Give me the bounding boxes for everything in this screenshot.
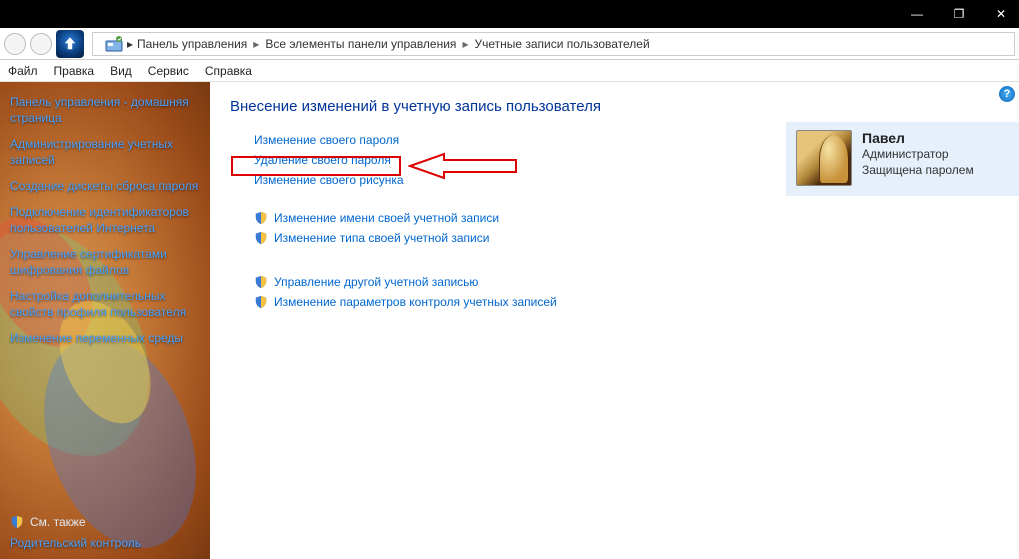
account-name: Павел — [862, 130, 974, 146]
manage-other-account-link[interactable]: Управление другой учетной записью — [254, 275, 999, 289]
page-heading: Внесение изменений в учетную запись поль… — [230, 98, 999, 115]
menu-view[interactable]: Вид — [110, 64, 132, 78]
breadcrumb-item[interactable]: Панель управления — [137, 37, 247, 51]
menu-help[interactable]: Справка — [205, 64, 252, 78]
change-account-name-link[interactable]: Изменение имени своей учетной записи — [254, 211, 999, 225]
task-list-shielded: Изменение имени своей учетной записи Изм… — [254, 211, 999, 245]
sidebar: Панель управления - домашняя страница Ад… — [0, 82, 210, 559]
breadcrumb-item[interactable]: Учетные записи пользователей — [474, 37, 649, 51]
sidebar-reset-disk-link[interactable]: Создание дискеты сброса пароля — [10, 178, 200, 194]
sidebar-certificates-link[interactable]: Управление сертификатами шифрования файл… — [10, 246, 200, 278]
shield-icon — [254, 275, 268, 289]
content: Панель управления - домашняя страница Ад… — [0, 82, 1019, 559]
shield-icon — [10, 515, 24, 529]
menubar: Файл Правка Вид Сервис Справка — [0, 60, 1019, 82]
sidebar-admin-accounts-link[interactable]: Администрирование учетных записей — [10, 136, 200, 168]
titlebar: — ❐ ✕ — [0, 0, 1019, 28]
up-button[interactable] — [56, 30, 84, 58]
breadcrumb-item[interactable]: Все элементы панели управления — [265, 37, 456, 51]
close-button[interactable]: ✕ — [987, 4, 1015, 24]
sidebar-env-vars-link[interactable]: Изменение переменных среды — [10, 330, 200, 346]
shield-icon — [254, 295, 268, 309]
account-card: Павел Администратор Защищена паролем — [786, 122, 1019, 196]
uac-settings-link[interactable]: Изменение параметров контроля учетных за… — [254, 295, 999, 309]
menu-tools[interactable]: Сервис — [148, 64, 189, 78]
shield-icon — [254, 231, 268, 245]
account-role: Администратор — [862, 146, 974, 162]
change-account-type-link[interactable]: Изменение типа своей учетной записи — [254, 231, 999, 245]
sidebar-connect-ids-link[interactable]: Подключение идентификаторов пользователе… — [10, 204, 200, 236]
menu-file[interactable]: Файл — [8, 64, 38, 78]
breadcrumb[interactable]: ▸ Панель управления ▸ Все элементы панел… — [92, 32, 1015, 56]
parental-control-link[interactable]: Родительский контроль — [10, 535, 200, 551]
maximize-button[interactable]: ❐ — [945, 4, 973, 24]
avatar — [796, 130, 852, 186]
navbar: ▸ Панель управления ▸ Все элементы панел… — [0, 28, 1019, 60]
help-icon[interactable]: ? — [999, 86, 1015, 102]
forward-button[interactable] — [30, 33, 52, 55]
minimize-button[interactable]: — — [903, 4, 931, 24]
see-also-label: См. также — [10, 515, 200, 529]
admin-task-list: Управление другой учетной записью Измене… — [254, 275, 999, 309]
shield-icon — [254, 211, 268, 225]
control-panel-icon — [105, 35, 123, 53]
main-panel: ? Внесение изменений в учетную запись по… — [210, 82, 1019, 559]
sidebar-profile-props-link[interactable]: Настройка дополнительных свойств профиля… — [10, 288, 200, 320]
sidebar-home-link[interactable]: Панель управления - домашняя страница — [10, 94, 200, 126]
back-button[interactable] — [4, 33, 26, 55]
account-protected: Защищена паролем — [862, 162, 974, 178]
menu-edit[interactable]: Правка — [54, 64, 95, 78]
